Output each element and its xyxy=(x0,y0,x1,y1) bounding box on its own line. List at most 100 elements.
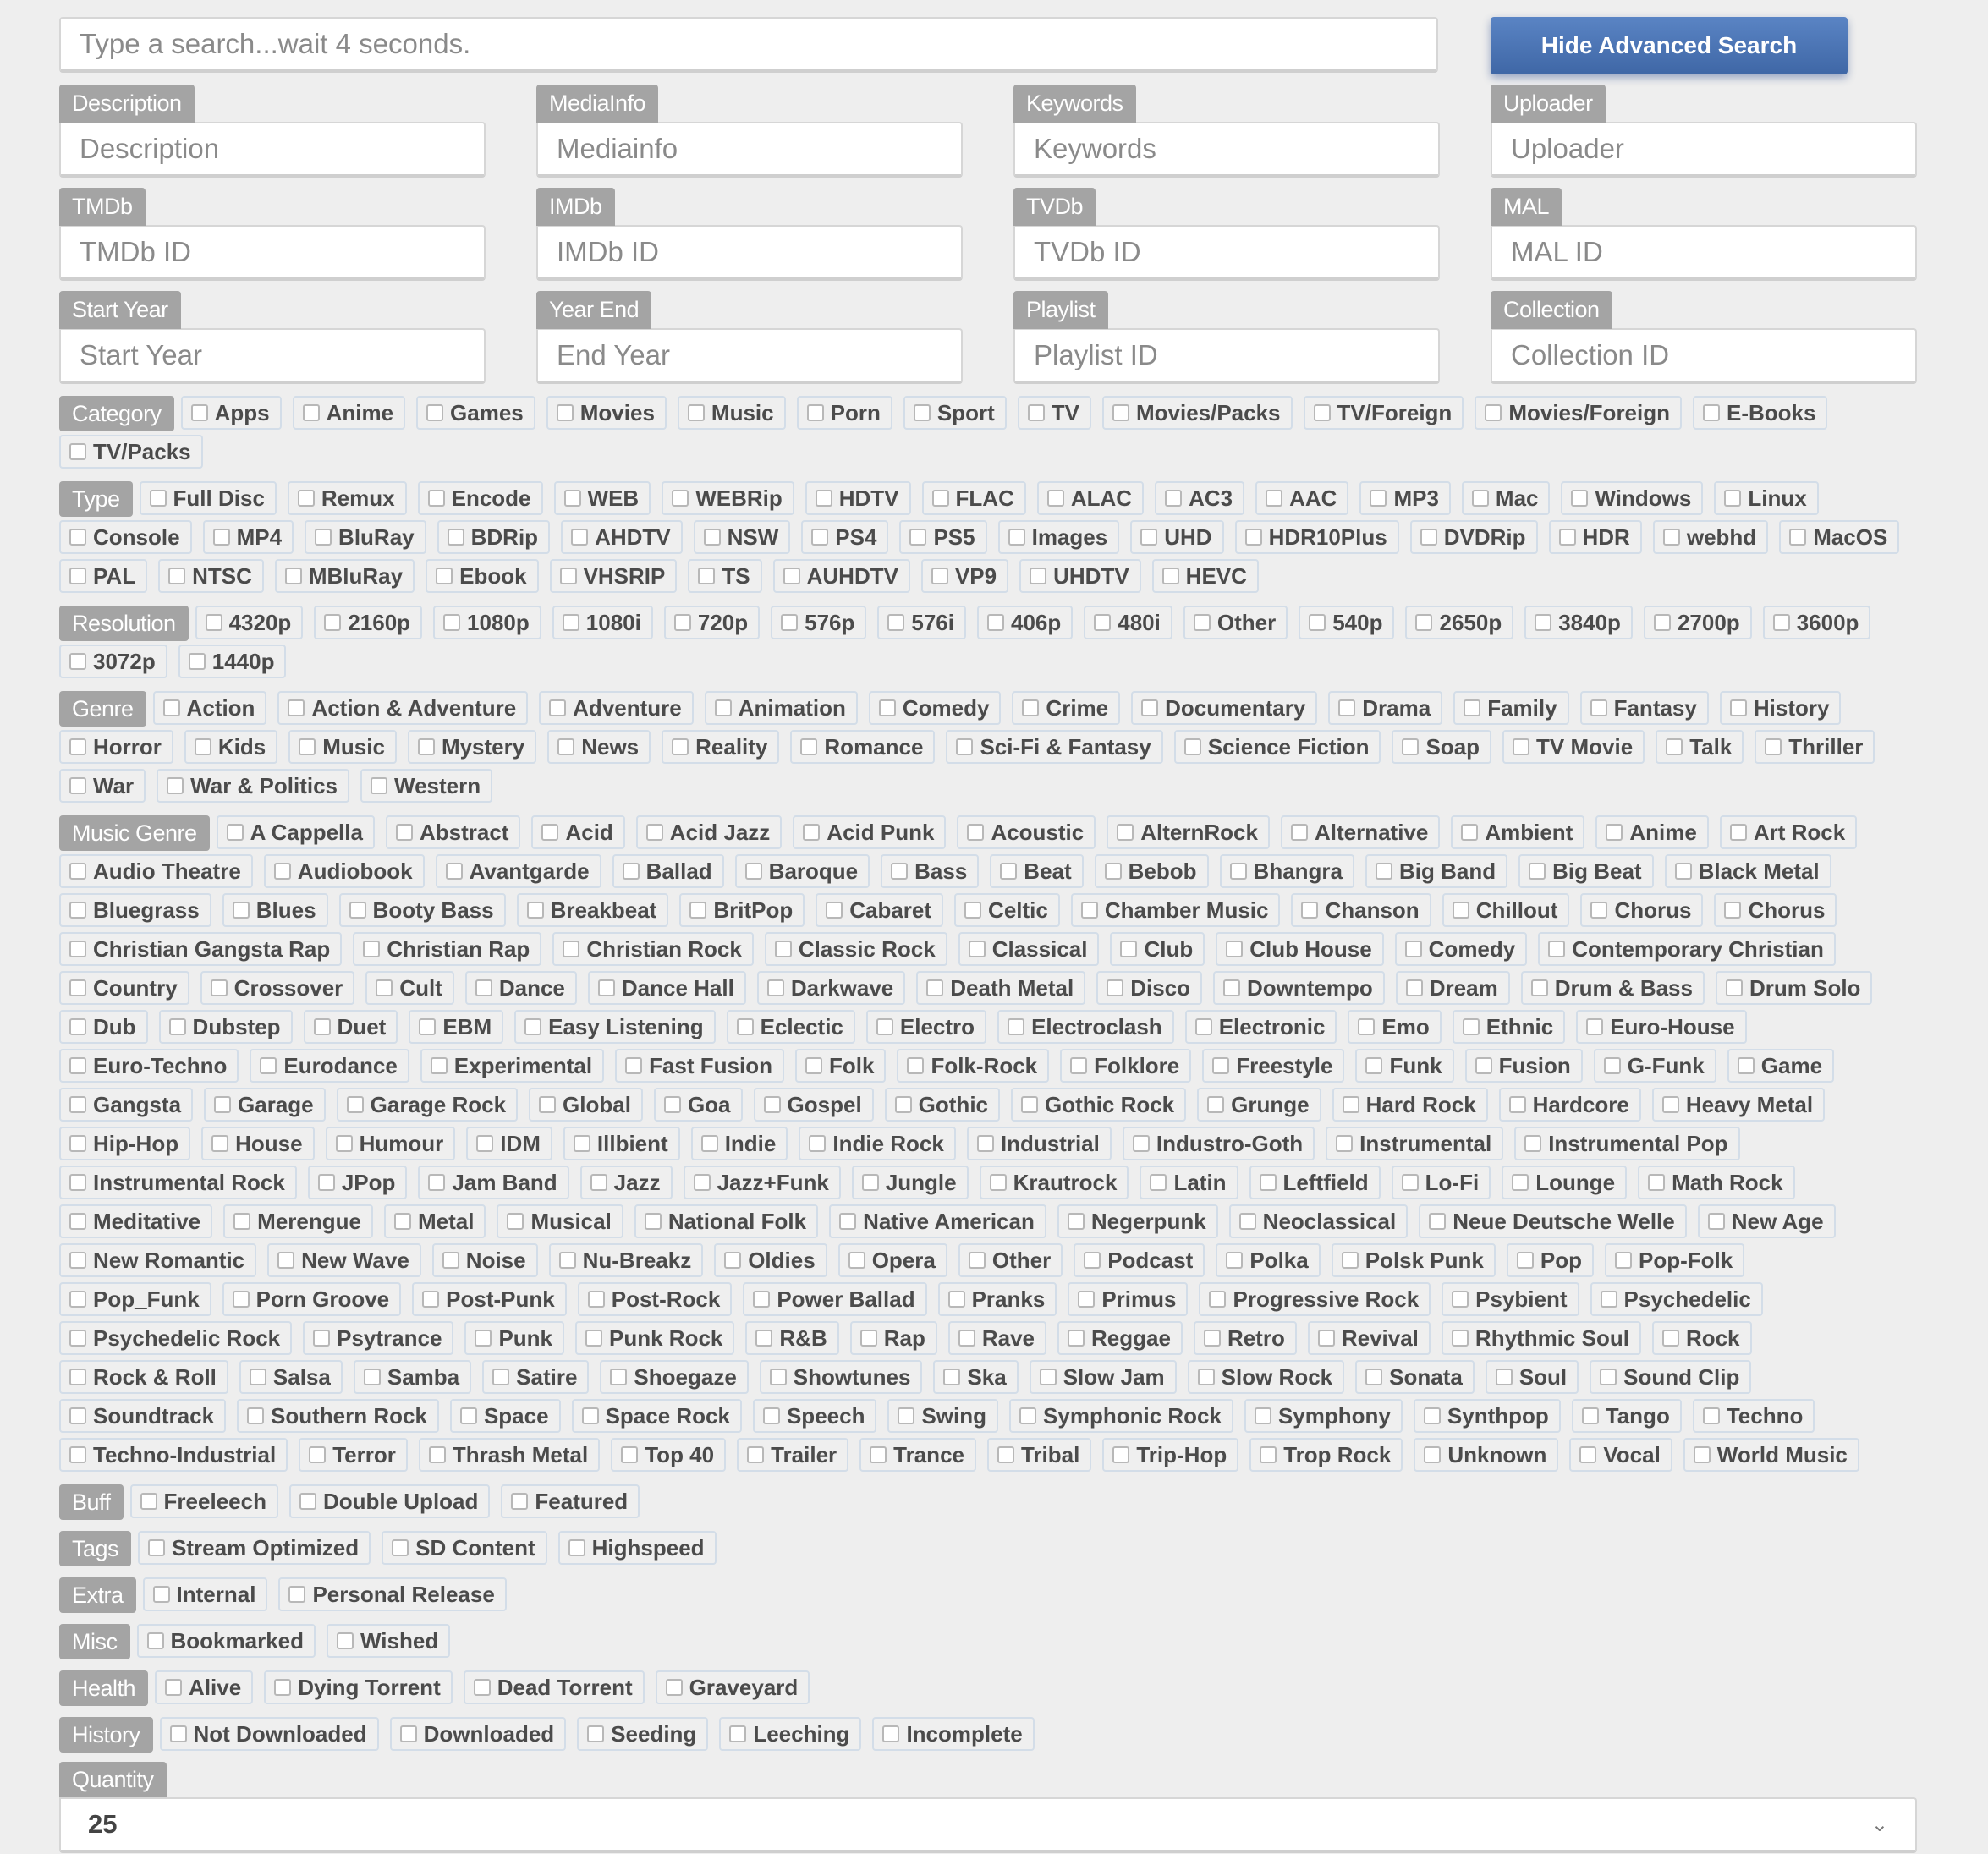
checkbox-square-icon[interactable] xyxy=(1402,738,1420,755)
checkbox-option[interactable]: Slow Jam xyxy=(1029,1360,1177,1394)
checkbox-option[interactable]: Pranks xyxy=(937,1282,1057,1316)
checkbox-square-icon[interactable] xyxy=(1579,1446,1597,1463)
checkbox-square-icon[interactable] xyxy=(1404,941,1422,957)
checkbox-option[interactable]: EBM xyxy=(409,1010,504,1044)
checkbox-option[interactable]: House xyxy=(201,1127,315,1160)
checkbox-square-icon[interactable] xyxy=(774,941,792,957)
checkbox-option[interactable]: Goa xyxy=(653,1088,743,1122)
checkbox-square-icon[interactable] xyxy=(214,1096,232,1113)
checkbox-square-icon[interactable] xyxy=(69,979,86,996)
checkbox-square-icon[interactable] xyxy=(1194,1018,1212,1035)
checkbox-option[interactable]: Booty Bass xyxy=(338,893,506,927)
checkbox-option[interactable]: Dream xyxy=(1395,971,1510,1005)
checkbox-option[interactable]: Christian Rock xyxy=(552,932,754,966)
checkbox-option[interactable]: Baroque xyxy=(734,854,870,888)
checkbox-option[interactable]: Highspeed xyxy=(557,1531,717,1565)
checkbox-option[interactable]: Horror xyxy=(59,730,173,764)
checkbox-square-icon[interactable] xyxy=(492,1369,510,1385)
checkbox-option[interactable]: Gothic xyxy=(884,1088,1001,1122)
checkbox-option[interactable]: Eclectic xyxy=(726,1010,855,1044)
checkbox-square-icon[interactable] xyxy=(1112,1446,1130,1463)
checkbox-square-icon[interactable] xyxy=(1022,699,1040,716)
checkbox-square-icon[interactable] xyxy=(169,1725,187,1742)
checkbox-option[interactable]: Salsa xyxy=(239,1360,343,1394)
checkbox-option[interactable]: Sound Clip xyxy=(1590,1360,1752,1394)
checkbox-option[interactable]: Stream Optimized xyxy=(138,1531,371,1565)
checkbox-option[interactable]: Slow Rock xyxy=(1187,1360,1345,1394)
checkbox-square-icon[interactable] xyxy=(1141,699,1159,716)
checkbox-option[interactable]: Garage xyxy=(204,1088,326,1122)
checkbox-option[interactable]: Disco xyxy=(1096,971,1202,1005)
checkbox-square-icon[interactable] xyxy=(958,1330,975,1347)
checkbox-square-icon[interactable] xyxy=(736,1018,754,1035)
checkbox-square-icon[interactable] xyxy=(69,1213,86,1230)
checkbox-square-icon[interactable] xyxy=(69,1018,86,1035)
checkbox-option[interactable]: Polka xyxy=(1216,1243,1321,1277)
checkbox-option[interactable]: Sport xyxy=(903,396,1007,430)
checkbox-option[interactable]: Double Upload xyxy=(288,1484,491,1518)
checkbox-square-icon[interactable] xyxy=(1707,1213,1725,1230)
checkbox-square-icon[interactable] xyxy=(1183,738,1201,755)
checkbox-option[interactable]: Wished xyxy=(327,1624,451,1658)
checkbox-option[interactable]: Bluegrass xyxy=(59,893,211,927)
checkbox-option[interactable]: BluRay xyxy=(305,520,426,554)
checkbox-option[interactable]: Porn Groove xyxy=(222,1282,402,1316)
checkbox-square-icon[interactable] xyxy=(140,1493,157,1510)
checkbox-option[interactable]: Trop Rock xyxy=(1249,1438,1403,1472)
checkbox-option[interactable]: Noise xyxy=(431,1243,538,1277)
checkbox-square-icon[interactable] xyxy=(1600,1291,1617,1308)
checkbox-square-icon[interactable] xyxy=(859,1330,877,1347)
checkbox-option[interactable]: Celtic xyxy=(954,893,1060,927)
checkbox-square-icon[interactable] xyxy=(898,1407,915,1424)
checkbox-option[interactable]: MacOS xyxy=(1779,520,1900,554)
checkbox-square-icon[interactable] xyxy=(277,1252,295,1269)
checkbox-option[interactable]: Hip-Hop xyxy=(59,1127,191,1160)
checkbox-option[interactable]: Rhythmic Soul xyxy=(1441,1321,1641,1355)
checkbox-square-icon[interactable] xyxy=(587,1291,605,1308)
checkbox-square-icon[interactable] xyxy=(1030,568,1047,584)
checkbox-option[interactable]: Bhangra xyxy=(1219,854,1355,888)
checkbox-option[interactable]: Cult xyxy=(365,971,454,1005)
checkbox-square-icon[interactable] xyxy=(1737,1057,1755,1074)
checkbox-square-icon[interactable] xyxy=(968,941,986,957)
checkbox-option[interactable]: TV/Foreign xyxy=(1303,396,1464,430)
checkbox-option[interactable]: Remux xyxy=(287,481,407,515)
checkbox-option[interactable]: Speech xyxy=(752,1399,877,1433)
checkbox-option[interactable]: Crime xyxy=(1012,691,1121,725)
checkbox-option[interactable]: A Cappella xyxy=(216,815,375,849)
checkbox-option[interactable]: Lounge xyxy=(1502,1166,1628,1199)
checkbox-option[interactable]: War xyxy=(59,769,146,803)
checkbox-option[interactable]: Big Band xyxy=(1365,854,1508,888)
checkbox-option[interactable]: Western xyxy=(360,769,493,803)
checkbox-square-icon[interactable] xyxy=(212,529,230,546)
checkbox-option[interactable]: Experimental xyxy=(420,1049,605,1083)
checkbox-option[interactable]: Tango xyxy=(1571,1399,1682,1433)
checkbox-option[interactable]: 720p xyxy=(663,606,761,639)
checkbox-square-icon[interactable] xyxy=(806,404,824,421)
checkbox-option[interactable]: Christian Gangsta Rap xyxy=(59,932,343,966)
checkbox-option[interactable]: Bass xyxy=(881,854,980,888)
hide-advanced-search-button[interactable]: Hide Advanced Search xyxy=(1491,17,1848,74)
checkbox-option[interactable]: Not Downloaded xyxy=(159,1717,379,1751)
checkbox-option[interactable]: Heavy Metal xyxy=(1651,1088,1826,1122)
checkbox-option[interactable]: Math Rock xyxy=(1638,1166,1795,1199)
checkbox-square-icon[interactable] xyxy=(913,404,931,421)
checkbox-square-icon[interactable] xyxy=(673,614,691,631)
checkbox-square-icon[interactable] xyxy=(556,404,574,421)
checkbox-square-icon[interactable] xyxy=(69,653,86,670)
checkbox-option[interactable]: Fast Fusion xyxy=(615,1049,784,1083)
checkbox-square-icon[interactable] xyxy=(571,529,589,546)
checkbox-option[interactable]: Adventure xyxy=(539,691,694,725)
checkbox-option[interactable]: Action xyxy=(152,691,267,725)
checkbox-option[interactable]: Chorus xyxy=(1714,893,1837,927)
checkbox-square-icon[interactable] xyxy=(146,1632,164,1649)
checkbox-square-icon[interactable] xyxy=(1702,1407,1720,1424)
checkbox-square-icon[interactable] xyxy=(1008,529,1025,546)
checkbox-square-icon[interactable] xyxy=(1112,404,1129,421)
checkbox-square-icon[interactable] xyxy=(1046,490,1064,507)
checkbox-option[interactable]: Punk xyxy=(464,1321,565,1355)
checkbox-option[interactable]: IDM xyxy=(466,1127,552,1160)
checkbox-square-icon[interactable] xyxy=(1535,614,1552,631)
checkbox-option[interactable]: Electronic xyxy=(1184,1010,1337,1044)
checkbox-square-icon[interactable] xyxy=(1603,1057,1621,1074)
